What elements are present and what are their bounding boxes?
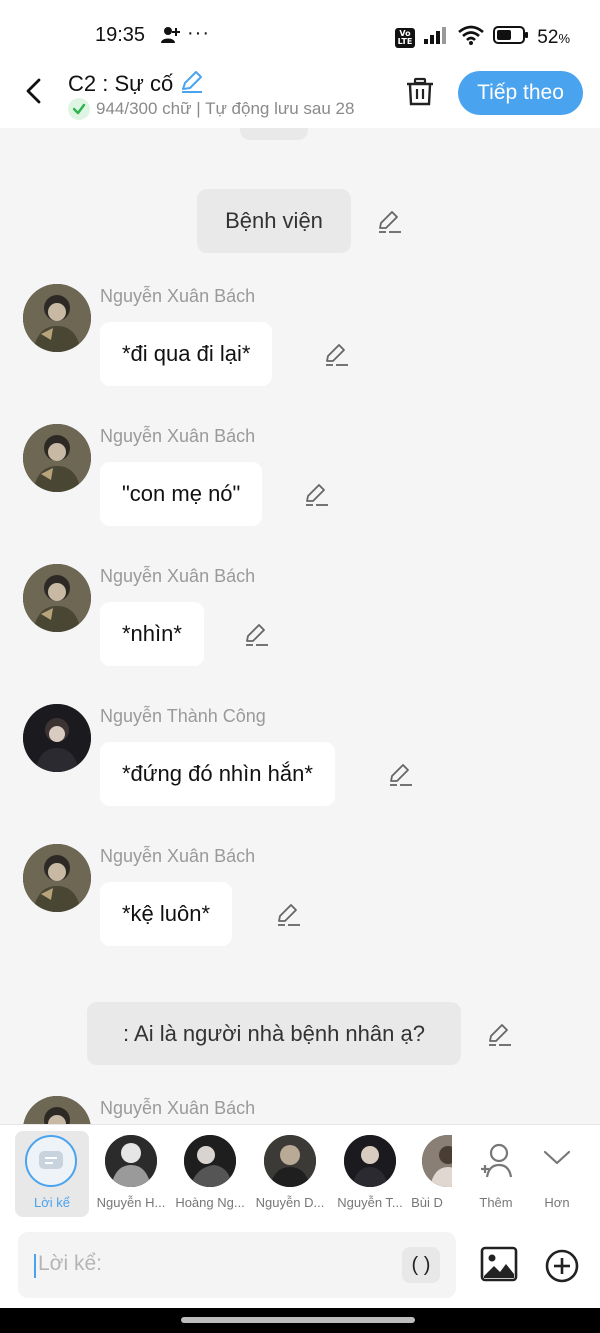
status-time: 19:35: [95, 24, 146, 46]
character-label: Bùi D: [411, 1195, 443, 1210]
person-add-icon: [160, 26, 180, 49]
message-bubble[interactable]: "con mẹ nó": [100, 462, 263, 526]
sender-name: Nguyễn Xuân Bách: [100, 1098, 256, 1118]
volte-icon: Vo LTE: [394, 27, 416, 48]
message-item: Nguyễn Xuân Bách *nhìn*: [0, 564, 600, 674]
page-title[interactable]: C2 : Sự cố: [68, 71, 173, 97]
input-placeholder: Lời kể:: [38, 1252, 102, 1275]
avatar[interactable]: [23, 844, 91, 912]
back-icon[interactable]: [20, 76, 50, 106]
avatar[interactable]: [23, 564, 91, 632]
status-right: Vo LTE 52%: [394, 24, 570, 51]
more-option[interactable]: Hơn: [520, 1131, 594, 1217]
status-bar: 19:35 ··· Vo LTE 52%: [0, 0, 600, 62]
sender-name: Nguyễn Xuân Bách: [100, 846, 256, 866]
chevron-down-icon: [542, 1147, 572, 1172]
edit-icon[interactable]: [376, 208, 402, 234]
character-bar: Lời kể Nguyễn H... Hoàng Ng... Nguyễn D.…: [0, 1124, 600, 1222]
sender-name: Nguyễn Xuân Bách: [100, 566, 256, 586]
edit-title-icon[interactable]: [179, 68, 205, 99]
message-bubble[interactable]: *kệ luôn*: [100, 882, 233, 946]
input-bar: Lời kể: ( ): [0, 1222, 600, 1308]
character-label: Nguyễn D...: [255, 1195, 325, 1210]
character-option[interactable]: Nguyễn T...: [333, 1131, 407, 1217]
subtitle-row: 944/300 chữ | Tự động lưu sau 28: [68, 98, 354, 120]
previous-message-stub: [240, 128, 308, 140]
message-input[interactable]: Lời kể: ( ): [18, 1232, 456, 1298]
narrator-icon: [25, 1135, 77, 1187]
edit-icon[interactable]: [303, 481, 329, 507]
character-avatar: [344, 1135, 396, 1187]
character-label: Hoàng Ng...: [175, 1195, 245, 1210]
more-dots-icon: ···: [187, 22, 210, 44]
message-item: Nguyễn Xuân Bách "con mẹ nó": [0, 424, 600, 534]
message-bubble[interactable]: *nhìn*: [100, 602, 204, 666]
next-button[interactable]: Tiếp theo: [458, 71, 583, 115]
character-avatar: [422, 1135, 452, 1187]
plus-circle-icon[interactable]: [544, 1248, 580, 1284]
character-label: Nguyễn H...: [96, 1195, 166, 1210]
text-caret: [34, 1254, 36, 1278]
battery-icon: [493, 25, 529, 50]
character-label: Nguyễn T...: [337, 1195, 403, 1210]
message-bubble[interactable]: *đi qua đi lại*: [100, 322, 273, 386]
more-label: Hơn: [544, 1195, 570, 1210]
message-item-partial: Nguyễn Xuân Bách: [0, 1096, 600, 1124]
character-option[interactable]: Bùi D: [402, 1131, 452, 1217]
system-nav-bar: [0, 1308, 600, 1333]
message-item: Nguyễn Xuân Bách *kệ luôn*: [0, 844, 600, 954]
edit-icon[interactable]: [486, 1021, 512, 1047]
character-option[interactable]: Nguyễn H...: [94, 1131, 168, 1217]
battery-percent: 52%: [537, 26, 570, 48]
edit-icon[interactable]: [275, 901, 301, 927]
image-icon[interactable]: [480, 1246, 518, 1282]
avatar[interactable]: [23, 1096, 91, 1124]
character-avatar: [105, 1135, 157, 1187]
sender-name: Nguyễn Xuân Bách: [100, 286, 256, 306]
parentheses-button[interactable]: ( ): [402, 1247, 440, 1283]
check-icon: [68, 98, 90, 120]
edit-icon[interactable]: [387, 761, 413, 787]
home-handle[interactable]: [181, 1317, 415, 1323]
sender-name: Nguyễn Thành Công: [100, 706, 266, 726]
character-option[interactable]: Nguyễn D...: [253, 1131, 327, 1217]
avatar[interactable]: [23, 284, 91, 352]
edit-icon[interactable]: [243, 621, 269, 647]
character-option[interactable]: Hoàng Ng...: [173, 1131, 247, 1217]
avatar[interactable]: [23, 704, 91, 772]
word-count-autosave: 944/300 chữ | Tự động lưu sau 28: [96, 99, 355, 118]
chat-area[interactable]: Bệnh viện Nguyễn Xuân Bách *đi qua đi lạ…: [0, 128, 600, 1124]
edit-icon[interactable]: [323, 341, 349, 367]
trash-icon[interactable]: [404, 76, 436, 108]
narrator-option[interactable]: Lời kể: [15, 1131, 89, 1217]
title-row[interactable]: C2 : Sự cố: [68, 68, 205, 99]
narration-bubble[interactable]: : Ai là người nhà bệnh nhân ạ?: [87, 1002, 461, 1065]
narrator-label: Lời kể: [34, 1195, 70, 1210]
message-item: Nguyễn Thành Công *đứng đó nhìn hắn*: [0, 704, 600, 814]
message-item: Nguyễn Xuân Bách *đi qua đi lại*: [0, 284, 600, 394]
signal-icon: [423, 26, 449, 49]
message-bubble[interactable]: *đứng đó nhìn hắn*: [100, 742, 335, 806]
sender-name: Nguyễn Xuân Bách: [100, 426, 256, 446]
wifi-icon: [457, 24, 485, 51]
add-person-icon: [477, 1141, 517, 1186]
character-avatar: [264, 1135, 316, 1187]
avatar[interactable]: [23, 424, 91, 492]
narration-bubble[interactable]: Bệnh viện: [197, 189, 351, 253]
character-avatar: [184, 1135, 236, 1187]
header: C2 : Sự cố 944/300 chữ | Tự động lưu sau…: [0, 62, 600, 128]
